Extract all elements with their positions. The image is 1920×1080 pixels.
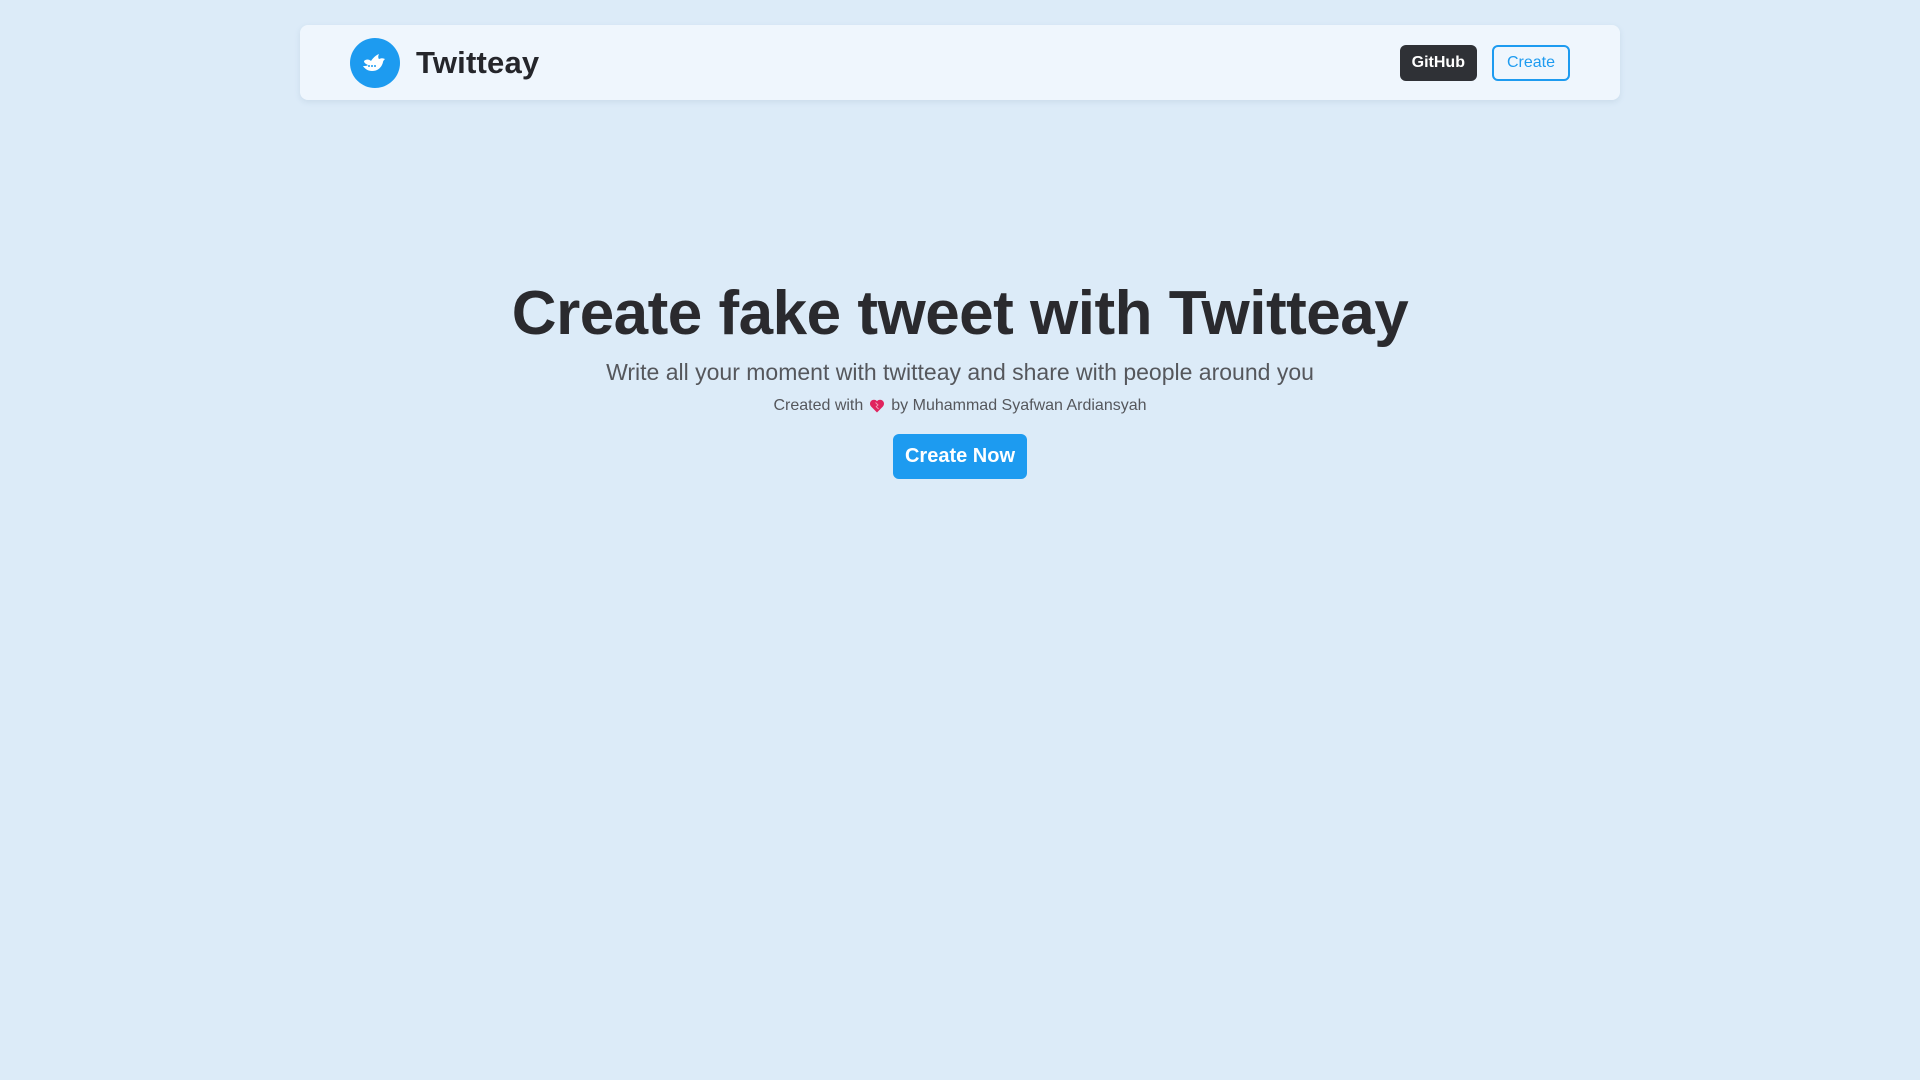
- heart-icon: [869, 398, 885, 414]
- nav-actions: GitHub Create: [1399, 44, 1570, 81]
- navbar: Twitteay GitHub Create: [300, 25, 1620, 100]
- brand[interactable]: Twitteay: [350, 37, 539, 88]
- hero-title: Create fake tweet with Twitteay: [511, 279, 1409, 348]
- hero-credit: Created with by Muhammad Syafwan Ardians…: [773, 395, 1146, 417]
- cta-wrap: Create Now: [0, 434, 1920, 479]
- create-now-button[interactable]: Create Now: [892, 434, 1028, 479]
- hero-section: Create fake tweet with Twitteay Write al…: [0, 276, 1920, 479]
- brand-name[interactable]: Twitteay: [416, 45, 539, 81]
- credit-prefix: Created with: [773, 397, 864, 414]
- github-button[interactable]: GitHub: [1399, 44, 1477, 81]
- hero-subtitle: Write all your moment with twitteay and …: [606, 359, 1314, 385]
- bird-icon[interactable]: [350, 37, 400, 88]
- create-button[interactable]: Create: [1491, 44, 1570, 81]
- credit-suffix: by Muhammad Syafwan Ardiansyah: [891, 397, 1147, 414]
